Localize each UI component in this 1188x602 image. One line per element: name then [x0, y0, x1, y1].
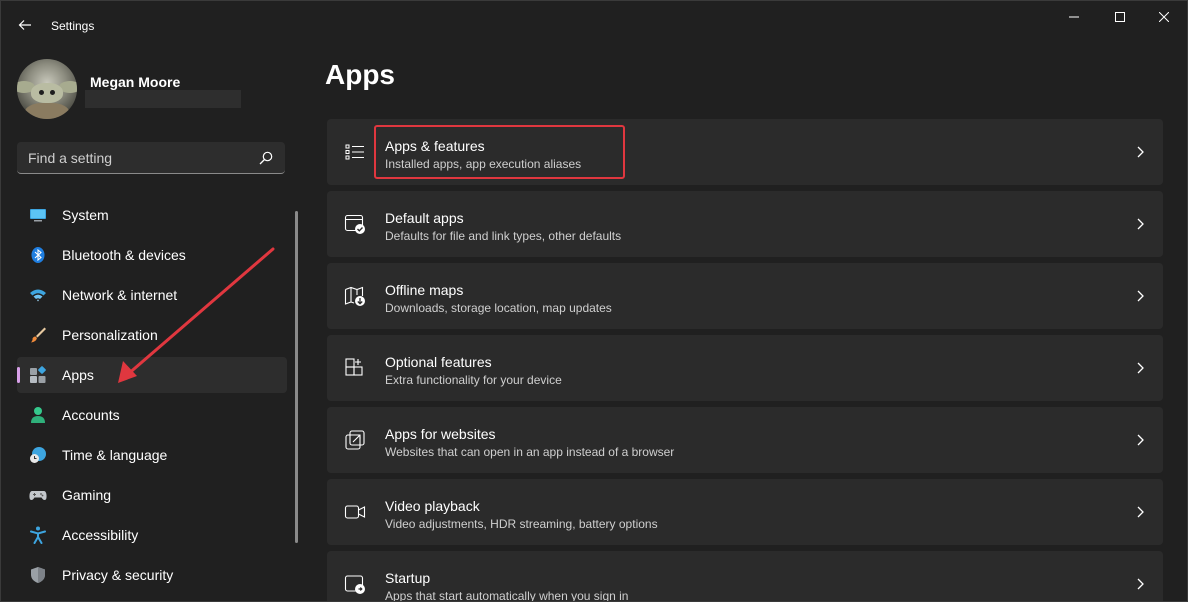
card-offline-maps[interactable]: Offline maps Downloads, storage location… — [327, 263, 1163, 329]
search-box[interactable] — [17, 142, 285, 174]
sidebar-item-privacy[interactable]: Privacy & security — [17, 557, 287, 593]
close-button[interactable] — [1141, 1, 1187, 33]
sidebar-item-system[interactable]: System — [17, 197, 287, 233]
sidebar-item-personalization[interactable]: Personalization — [17, 317, 287, 353]
card-apps-features[interactable]: Apps & features Installed apps, app exec… — [327, 119, 1163, 185]
card-default-apps[interactable]: Default apps Defaults for file and link … — [327, 191, 1163, 257]
settings-window: Settings Megan Moore Find a setting Syst… — [0, 0, 1188, 602]
add-grid-icon — [345, 358, 363, 376]
startup-icon — [344, 575, 365, 594]
card-video-playback[interactable]: Video playback Video adjustments, HDR st… — [327, 479, 1163, 545]
card-apps-for-websites[interactable]: Apps for websites Websites that can open… — [327, 407, 1163, 473]
back-arrow-icon — [18, 20, 31, 30]
bluetooth-icon — [31, 247, 45, 263]
page-title: Apps — [325, 59, 395, 90]
card-title: Startup — [385, 570, 431, 586]
sidebar-item-label: Bluetooth & devices — [62, 247, 186, 263]
clock-globe-icon — [30, 447, 46, 463]
avatar[interactable] — [17, 59, 77, 119]
sidebar-item-label: Accessibility — [62, 527, 139, 543]
shield-icon — [31, 567, 45, 583]
default-apps-icon — [344, 214, 365, 234]
sidebar-item-accessibility[interactable]: Accessibility — [17, 517, 287, 553]
search-icon[interactable] — [259, 151, 273, 165]
sidebar-item-label: Network & internet — [62, 287, 178, 303]
sidebar-item-accounts[interactable]: Accounts — [17, 397, 287, 433]
title-bar: Settings — [1, 1, 1187, 49]
card-subtitle: Downloads, storage location, map updates — [385, 301, 612, 315]
sidebar-item-network[interactable]: Network & internet — [17, 277, 287, 313]
card-optional-features[interactable]: Optional features Extra functionality fo… — [327, 335, 1163, 401]
back-button[interactable] — [13, 13, 37, 37]
app-title: Settings — [51, 19, 95, 33]
search-input[interactable] — [17, 142, 260, 174]
chevron-right-icon — [1137, 146, 1144, 158]
user-profile[interactable]: Megan Moore — [17, 59, 297, 119]
person-icon — [31, 407, 45, 423]
sidebar-item-label: Accounts — [62, 407, 120, 423]
card-subtitle: Video adjustments, HDR streaming, batter… — [385, 517, 658, 531]
sidebar-item-label: Time & language — [62, 447, 168, 463]
chevron-right-icon — [1137, 506, 1144, 518]
chevron-right-icon — [1137, 362, 1144, 374]
sidebar-item-label: Apps — [62, 367, 94, 383]
sidebar-item-apps[interactable]: Apps — [17, 357, 287, 393]
card-title: Apps for websites — [385, 426, 496, 442]
open-link-icon — [345, 430, 365, 450]
card-subtitle: Websites that can open in an app instead… — [385, 445, 675, 459]
chevron-right-icon — [1137, 218, 1144, 230]
selection-indicator — [17, 367, 20, 383]
apps-icon — [30, 366, 46, 383]
video-camera-icon — [344, 505, 366, 519]
card-subtitle: Defaults for file and link types, other … — [385, 229, 622, 243]
maximize-icon — [1115, 12, 1125, 22]
minimize-icon — [1069, 16, 1079, 18]
chevron-right-icon — [1137, 434, 1144, 446]
card-title: Optional features — [385, 354, 492, 370]
chevron-right-icon — [1137, 578, 1144, 590]
card-title: Default apps — [385, 210, 464, 226]
card-subtitle: Extra functionality for your device — [385, 373, 562, 387]
system-monitor-icon — [30, 209, 46, 222]
brush-icon — [31, 327, 46, 343]
card-subtitle: Apps that start automatically when you s… — [385, 589, 629, 602]
sidebar-item-label: Privacy & security — [62, 567, 174, 583]
card-title: Offline maps — [385, 282, 464, 298]
accessibility-icon — [30, 526, 46, 544]
close-icon — [1159, 12, 1169, 22]
map-download-icon — [344, 286, 365, 306]
card-title: Video playback — [385, 498, 480, 514]
sidebar-item-label: Gaming — [62, 487, 112, 503]
sidebar-item-time-language[interactable]: Time & language — [17, 437, 287, 473]
sidebar-item-label: System — [62, 207, 109, 223]
sidebar-item-bluetooth[interactable]: Bluetooth & devices — [17, 237, 287, 273]
user-name: Megan Moore — [90, 74, 181, 90]
sidebar-item-gaming[interactable]: Gaming — [17, 477, 287, 513]
user-email-redacted — [85, 90, 241, 108]
minimize-button[interactable] — [1051, 1, 1097, 33]
sidebar-nav: System Bluetooth & devices Network & int… — [17, 197, 287, 597]
maximize-button[interactable] — [1097, 1, 1143, 33]
list-icon — [345, 144, 364, 160]
sidebar-item-label: Personalization — [62, 327, 158, 343]
gamepad-icon — [29, 491, 47, 500]
settings-card-list: Apps & features Installed apps, app exec… — [327, 119, 1163, 602]
sidebar-scrollbar[interactable] — [295, 211, 298, 543]
chevron-right-icon — [1137, 290, 1144, 302]
wifi-icon — [30, 289, 46, 302]
annotation-highlight-box — [374, 125, 625, 179]
card-startup[interactable]: Startup Apps that start automatically wh… — [327, 551, 1163, 602]
